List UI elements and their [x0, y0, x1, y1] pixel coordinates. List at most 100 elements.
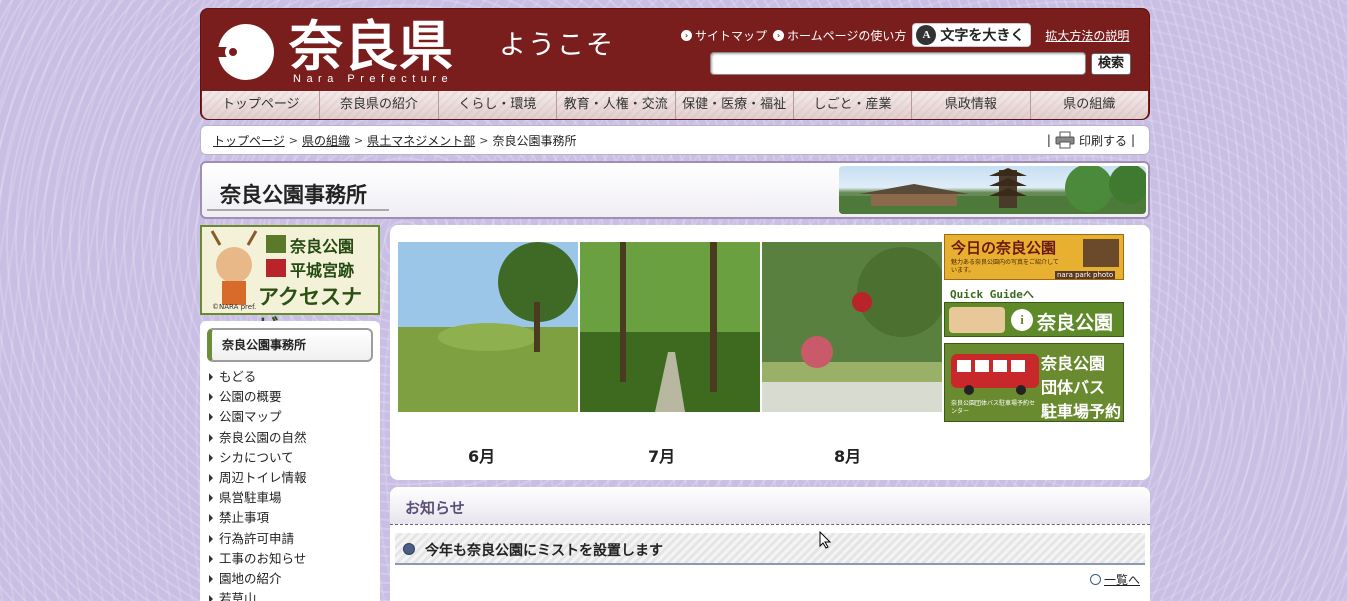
- howto-link[interactable]: › ホームページの使い方: [773, 27, 906, 44]
- sidebar-item-toilets[interactable]: 周辺トイレ情報: [209, 468, 307, 488]
- triangle-right-icon: [209, 474, 213, 483]
- zoom-help-link[interactable]: 拡大方法の説明: [1045, 27, 1129, 44]
- arrow-circle-icon: [1089, 574, 1101, 585]
- triangle-right-icon: [209, 595, 213, 601]
- news-section: お知らせ 今年も奈良公園にミストを設置します 一覧へ: [390, 487, 1150, 601]
- breadcrumb-link-top[interactable]: トップページ: [213, 132, 285, 149]
- photo-july[interactable]: [580, 242, 760, 412]
- page-wrapper: 奈良県 Nara Prefecture ようこそ › サイトマップ › ホームペ…: [200, 0, 1150, 601]
- nav-government[interactable]: 県政情報: [912, 91, 1031, 119]
- page-title-bar: 奈良公園事務所: [200, 161, 1150, 219]
- chevron-right-icon: >: [354, 133, 364, 147]
- photo-june[interactable]: [398, 242, 578, 412]
- today-banner-subtitle: 魅力ある奈良公園内の写真をご紹介しています。: [951, 259, 1059, 274]
- nav-health[interactable]: 保健・医療・福祉: [675, 91, 794, 119]
- sitemap-link[interactable]: › サイトマップ: [681, 27, 767, 44]
- site-logo-text[interactable]: 奈良県: [289, 13, 454, 79]
- triangle-right-icon: [209, 574, 213, 583]
- breadcrumb: トップページ > 県の組織 > 県土マネジメント部 > 奈良公園事務所 | 印刷…: [200, 125, 1150, 155]
- breadcrumb-current: 奈良公園事務所: [492, 133, 577, 148]
- triangle-right-icon: [209, 373, 213, 382]
- nav-education[interactable]: 教育・人権・交流: [557, 91, 676, 119]
- mouse-cursor-icon: [819, 531, 831, 549]
- access-navi-line1: 奈良公園: [290, 237, 355, 256]
- divider: |: [1130, 133, 1135, 147]
- news-list-label: 一覧へ: [1103, 573, 1140, 587]
- sidebar-item-map[interactable]: 公園マップ: [209, 407, 307, 427]
- text-size-icon: A: [916, 25, 937, 45]
- nav-top[interactable]: トップページ: [202, 91, 321, 119]
- chevron-right-icon: >: [288, 133, 298, 147]
- nav-about[interactable]: 奈良県の紹介: [320, 91, 439, 119]
- sidebar-item-label: 禁止事項: [219, 510, 270, 526]
- bus-banner-line1: 奈良公園: [1041, 354, 1106, 373]
- sidebar-heading: 奈良公園事務所: [207, 328, 373, 362]
- print-label: 印刷する: [1078, 133, 1127, 148]
- enlarge-text-label: 文字を大きく: [940, 28, 1025, 44]
- today-banner-title: 今日の奈良公園: [951, 239, 1057, 257]
- sidebar-item-label: 公園マップ: [219, 409, 282, 425]
- search-button[interactable]: 検索: [1091, 53, 1131, 75]
- today-banner-tag: nara park photo: [1055, 271, 1116, 279]
- sidebar-item-nature[interactable]: 奈良公園の自然: [209, 428, 307, 448]
- sidebar-item-label: 行為許可申請: [219, 530, 295, 546]
- triangle-right-icon: [209, 393, 213, 402]
- access-navi-banner[interactable]: 奈良公園 平城宮跡 アクセスナビ ©NARA pref.: [200, 225, 380, 339]
- breadcrumb-link-department[interactable]: 県土マネジメント部: [367, 132, 475, 149]
- quick-guide-title: 奈良公園: [1037, 312, 1114, 334]
- print-button[interactable]: | 印刷する |: [1047, 131, 1135, 149]
- landscape-photo: [398, 242, 578, 412]
- month-label-august: 8月: [834, 447, 862, 466]
- sidebar-item-label: 県営駐車場: [219, 490, 282, 506]
- access-navi-line2: 平城宮跡: [290, 261, 355, 280]
- quick-guide-banner[interactable]: i 奈良公園: [944, 302, 1124, 337]
- divider: |: [1046, 133, 1051, 147]
- sidebar-item-back[interactable]: もどる: [209, 367, 307, 387]
- bus-parking-reservation-banner[interactable]: 奈良公園 団体バス 駐車場予約 奈良公園団体バス駐車場予約センター: [944, 343, 1124, 422]
- sidebar-item-construction[interactable]: 工事のお知らせ: [209, 549, 307, 569]
- triangle-right-icon: [209, 534, 213, 543]
- news-item[interactable]: 今年も奈良公園にミストを設置します: [395, 533, 1145, 565]
- photo-gallery-box: 6月 7月 8月 今日の奈良公園 魅力ある奈良公園内の写真をご紹介しています。 …: [390, 225, 1150, 480]
- site-logo-subtitle: Nara Prefecture: [293, 73, 454, 85]
- triangle-right-icon: [209, 554, 213, 563]
- chevron-right-icon: >: [479, 133, 489, 147]
- left-sidebar-nav: 奈良公園事務所 もどる 公園の概要 公園マップ 奈良公園の自然 シカについて 周…: [200, 321, 380, 601]
- sidebar-item-wakakusa[interactable]: 若草山: [209, 589, 307, 601]
- sidebar-item-label: シカについて: [219, 449, 294, 465]
- printer-icon: [1055, 131, 1075, 149]
- bus-banner-line2: 団体バス: [1041, 378, 1106, 397]
- sidebar-item-label: 周辺トイレ情報: [219, 470, 307, 486]
- site-header: 奈良県 Nara Prefecture ようこそ › サイトマップ › ホームペ…: [200, 8, 1150, 120]
- news-heading: お知らせ: [405, 499, 465, 517]
- nara-logo-icon[interactable]: [213, 23, 279, 81]
- sidebar-item-label: 工事のお知らせ: [219, 550, 307, 566]
- nav-organization[interactable]: 県の組織: [1030, 91, 1148, 119]
- sidebar-item-areas[interactable]: 園地の紹介: [209, 569, 307, 589]
- news-list-link[interactable]: 一覧へ: [1089, 571, 1140, 588]
- arrow-circle-icon: ›: [681, 29, 692, 41]
- access-navi-credit: ©NARA pref.: [212, 303, 257, 311]
- sidebar-item-overview[interactable]: 公園の概要: [209, 387, 307, 407]
- enlarge-text-button[interactable]: A 文字を大きく: [912, 23, 1032, 47]
- page-title: 奈良公園事務所: [220, 183, 367, 207]
- sidebar-item-permit[interactable]: 行為許可申請: [209, 529, 307, 549]
- quick-guide-label[interactable]: Quick Guideへ: [950, 286, 1034, 302]
- search-input[interactable]: [710, 52, 1086, 75]
- breadcrumb-link-organization[interactable]: 県の組織: [302, 132, 350, 149]
- park-photo: [762, 242, 942, 412]
- month-label-june: 6月: [468, 447, 496, 466]
- temple-illustration: [839, 166, 1146, 214]
- nav-living[interactable]: くらし・環境: [438, 91, 558, 119]
- sidebar-item-deer[interactable]: シカについて: [209, 448, 307, 468]
- news-item-title: 今年も奈良公園にミストを設置します: [425, 543, 663, 559]
- photo-august[interactable]: [762, 242, 942, 412]
- today-nara-park-banner[interactable]: 今日の奈良公園 魅力ある奈良公園内の写真をご紹介しています。 nara park…: [944, 234, 1124, 280]
- sidebar-item-parking[interactable]: 県営駐車場: [209, 488, 307, 508]
- sidebar-item-label: 園地の紹介: [219, 570, 282, 586]
- sidebar-item-prohibited[interactable]: 禁止事項: [209, 508, 307, 528]
- nav-work[interactable]: しごと・産業: [793, 91, 913, 119]
- bus-icon: [951, 354, 1039, 395]
- sidebar-item-label: 公園の概要: [219, 389, 282, 405]
- sidebar-list: もどる 公園の概要 公園マップ 奈良公園の自然 シカについて 周辺トイレ情報 県…: [209, 367, 307, 601]
